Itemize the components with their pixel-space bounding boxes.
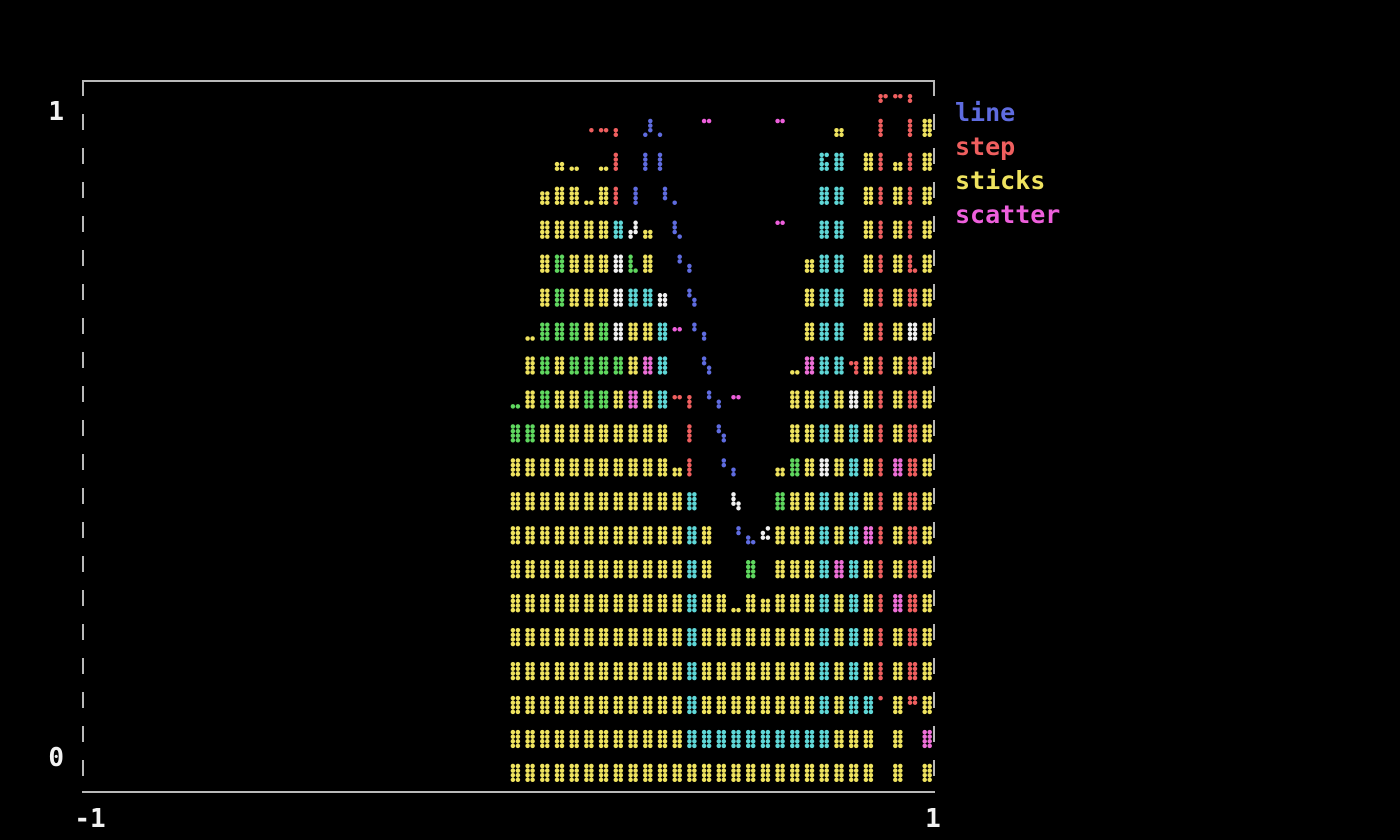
legend-item-scatter: scatter [955,198,1060,232]
chart-canvas [0,0,1400,840]
terminal-screen: 1 0 -1 1 line step sticks scatter [0,0,1400,840]
legend: line step sticks scatter [955,96,1060,232]
legend-item-line: line [955,96,1060,130]
legend-item-step: step [955,130,1060,164]
braille-dots-layer [511,94,932,782]
x-axis-tick-min: -1 [60,804,120,834]
x-axis-tick-max: 1 [903,804,963,834]
legend-item-sticks: sticks [955,164,1060,198]
y-axis-tick-max: 1 [20,97,64,127]
y-axis-tick-min: 0 [20,743,64,773]
